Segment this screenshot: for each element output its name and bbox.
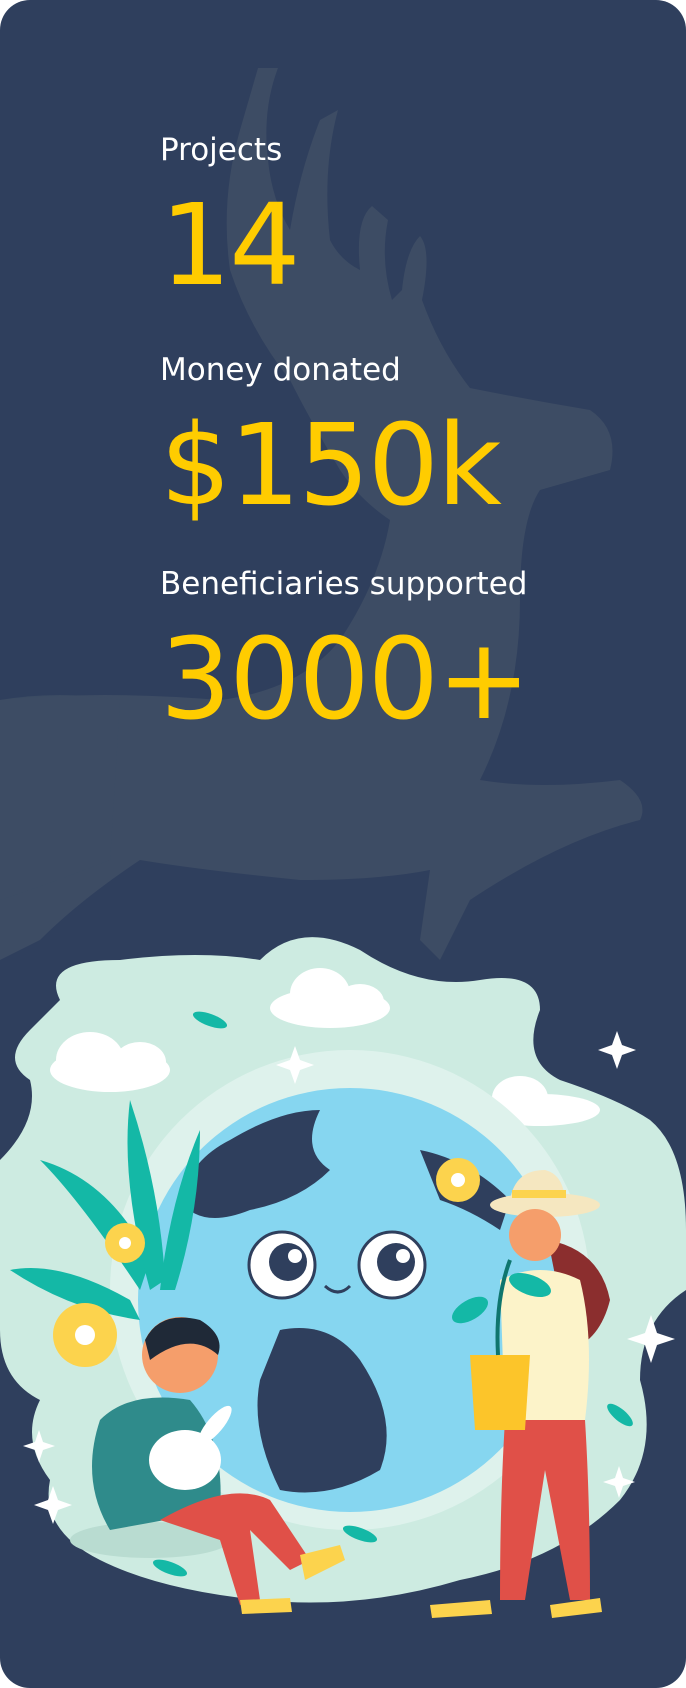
- stat-value-money-donated: $150k: [160, 401, 502, 531]
- stats-block: Projects 14 Money donated $150k Benefici…: [160, 128, 660, 740]
- stat-label-projects: Projects: [160, 132, 283, 168]
- stat-label-beneficiaries: Beneficiaries supported: [160, 566, 528, 602]
- stat-value-beneficiaries: 3000+: [160, 615, 531, 745]
- stat-label-money-donated: Money donated: [160, 352, 401, 388]
- stat-value-projects: 14: [160, 181, 301, 311]
- impact-card: Projects 14 Money donated $150k Benefici…: [0, 0, 686, 1688]
